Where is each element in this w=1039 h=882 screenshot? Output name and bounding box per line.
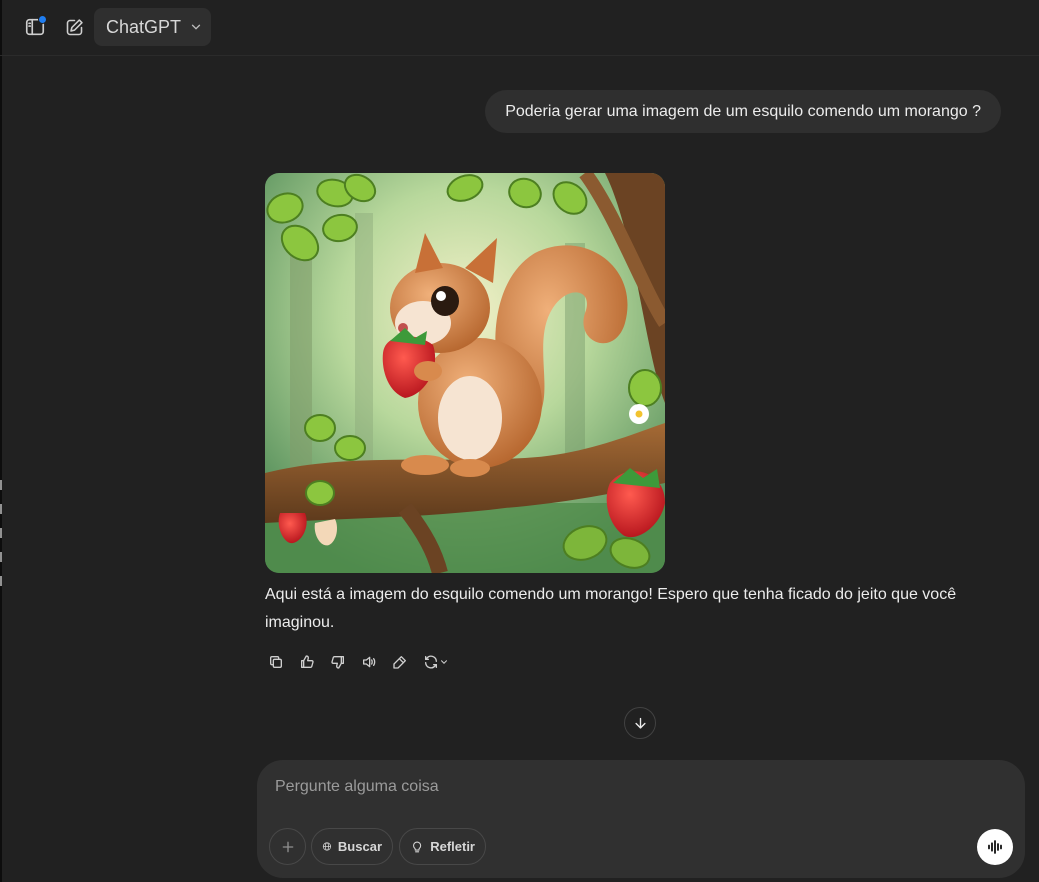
message-composer: Buscar Refletir [257, 760, 1025, 878]
sidebar-toggle-button[interactable] [20, 12, 50, 42]
bad-response-button[interactable] [326, 650, 350, 674]
search-tool-label: Buscar [337, 839, 382, 854]
regenerate-icon [425, 655, 437, 669]
edit-icon [393, 656, 406, 669]
lightbulb-icon [413, 841, 422, 853]
chevron-down-icon [191, 24, 201, 30]
chevron-down-icon [441, 660, 447, 664]
globe-icon [322, 842, 332, 851]
read-aloud-button[interactable] [357, 650, 381, 674]
reason-tool-button[interactable]: Refletir [399, 828, 486, 865]
sidebar-edge [0, 0, 2, 882]
model-name: ChatGPT [106, 16, 182, 37]
copy-button[interactable] [264, 650, 288, 674]
scroll-to-bottom-button[interactable] [624, 707, 656, 739]
thumbs-up-icon [301, 655, 314, 669]
regenerate-button[interactable] [419, 650, 453, 674]
good-response-button[interactable] [295, 650, 319, 674]
new-chat-button[interactable] [59, 12, 89, 42]
search-tool-button[interactable]: Buscar [311, 828, 393, 865]
sidebar-edge-marks [0, 480, 4, 600]
edit-in-canvas-button[interactable] [388, 650, 412, 674]
thumbs-down-icon [331, 655, 344, 669]
voice-mode-button[interactable] [977, 829, 1013, 865]
attach-button[interactable] [269, 828, 306, 865]
generated-image[interactable] [265, 173, 665, 573]
copy-icon [270, 656, 282, 668]
plus-icon [282, 841, 293, 852]
top-bar: ChatGPT [0, 0, 1039, 56]
message-actions [264, 650, 453, 674]
read-aloud-icon [363, 656, 376, 668]
new-chat-icon [66, 18, 83, 35]
user-message: Poderia gerar uma imagem de um esquilo c… [485, 90, 1001, 133]
arrow-down-icon [634, 717, 646, 729]
chat-app: ChatGPT Poderia gerar uma imagem de um e… [0, 0, 1039, 882]
notification-dot [38, 15, 47, 24]
voice-waveform-icon [988, 840, 1002, 854]
assistant-message: Aqui está a imagem do esquilo comendo um… [265, 586, 957, 631]
reason-tool-label: Refletir [430, 839, 475, 854]
model-selector[interactable]: ChatGPT [94, 8, 211, 46]
prompt-input[interactable] [273, 774, 967, 800]
